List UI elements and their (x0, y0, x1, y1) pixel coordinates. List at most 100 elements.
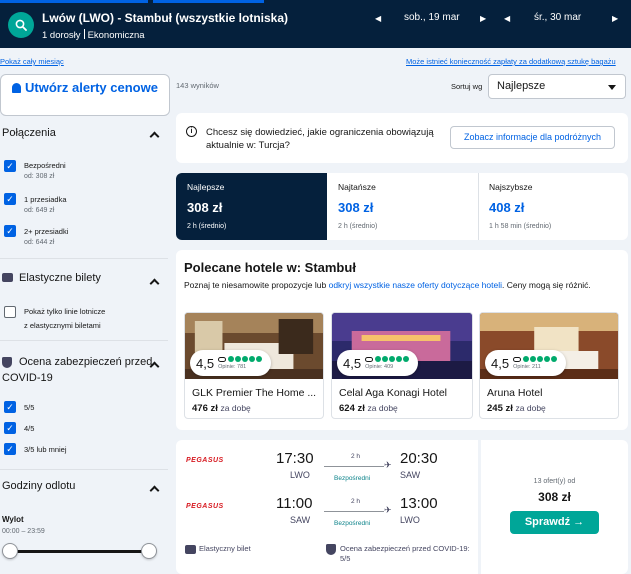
rating-badge: 4,5 Opinie: 409 (337, 350, 419, 376)
hotel-name: Aruna Hotel (487, 387, 543, 399)
hotel-name: Celal Aga Konagi Hotel (339, 387, 447, 399)
flexible-ticket-feature: Elastyczny bilet (199, 544, 251, 553)
chevron-up-icon[interactable] (149, 361, 160, 372)
travel-info-text: Chcesz się dowiedzieć, jakie ograniczeni… (206, 127, 434, 151)
depart-date[interactable]: sob., 19 mar (404, 12, 460, 23)
tab-fastest[interactable]: Najszybsze 408 zł 1 h 58 min (średnio) (478, 173, 628, 240)
inbound-stops: Bezpośredni (334, 520, 371, 527)
hotel-card[interactable]: 4,5 Opinie: 781 GLK Premier The Home ...… (184, 312, 324, 419)
chevron-up-icon[interactable] (149, 278, 160, 289)
hotel-name: GLK Premier The Home ... (192, 387, 317, 399)
chevron-up-icon[interactable] (149, 131, 160, 142)
all-hotel-offers-link[interactable]: odkryj wszystkie nasze oferty dotyczące … (329, 280, 502, 290)
hotel-card[interactable]: 4,5 Opinie: 409 Celal Aga Konagi Hotel 6… (331, 312, 473, 419)
tripadvisor-rating-icon (218, 356, 263, 364)
hotels-description: Poznaj te niesamowite propozycje lub odk… (184, 280, 591, 290)
covid-safety-feature: Ocena zabezpieczeń przed COVID-19: 5/5 (340, 544, 470, 563)
travel-info-card: i Chcesz się dowiedzieć, jakie ogranicze… (176, 113, 628, 163)
outbound-departure-airport: LWO (290, 470, 310, 480)
outbound-arrival-time: 20:30 (400, 450, 438, 467)
results-count: 143 wyników (176, 81, 219, 90)
checkbox-label: 1 przesiadka (24, 195, 67, 204)
hotels-title: Polecane hotele w: Stambuł (184, 260, 356, 275)
search-summary[interactable]: 1 dorosły Ekonomiczna (42, 29, 145, 41)
checkbox-safety-4[interactable]: ✓ (4, 422, 16, 434)
prev-return-date-icon[interactable]: ◀ (504, 14, 510, 23)
sort-tabs: Najlepsze 308 zł 2 h (średnio) Najtańsze… (176, 173, 628, 240)
checkbox-label: Pokaż tylko linie lotnicze (24, 307, 106, 316)
cabin-class: Ekonomiczna (87, 30, 145, 41)
chevron-down-icon (608, 85, 616, 90)
checkbox-safety-5[interactable]: ✓ (4, 401, 16, 413)
checkbox-sub: od: 644 zł (24, 239, 55, 246)
checkbox-label: z elastycznymi biletami (24, 321, 101, 330)
flight-price: 308 zł (538, 490, 571, 504)
outbound-duration: 2 h (351, 453, 361, 460)
recommended-hotels-card: Polecane hotele w: Stambuł Poznaj te nie… (176, 250, 628, 430)
ticket-icon (185, 545, 196, 554)
flex-tickets-title: Elastyczne bilety (19, 272, 101, 284)
outbound-departure-time: 17:30 (276, 450, 314, 467)
departure-slider-max-handle[interactable] (141, 543, 157, 559)
search-icon[interactable] (8, 12, 34, 38)
plane-icon: ✈ (384, 505, 392, 515)
outbound-arrival-airport: SAW (400, 470, 421, 480)
next-return-date-icon[interactable]: ▶ (612, 14, 618, 23)
sort-label: Sortuj wg (451, 82, 483, 91)
outbound-stops: Bezpośredni (334, 475, 371, 482)
covid-safety-title: Ocena zabezpieczeń przed (19, 356, 153, 368)
checkbox-sub: od: 308 zł (24, 173, 55, 180)
select-flight-button[interactable]: Sprawdź → (510, 511, 599, 534)
rating-badge: 4,5 Opinie: 781 (190, 350, 272, 376)
top-bar: Lwów (LWO) - Stambuł (wszystkie lotniska… (0, 0, 631, 48)
divider (0, 258, 168, 259)
inbound-arrival-time: 13:00 (400, 495, 438, 512)
travel-info-button[interactable]: Zobacz informacje dla podróżnych (450, 126, 615, 149)
checkbox-direct[interactable]: ✓ (4, 160, 16, 172)
offers-count: 13 ofert(y) od (533, 478, 576, 485)
flight-result-card[interactable]: PEGASUS 17:30 LWO 2 h ✈ Bezpośredni 20:3… (176, 440, 478, 574)
covid-safety-title-2: COVID-19 (2, 372, 53, 384)
divider (0, 340, 168, 341)
ticket-icon (2, 273, 13, 282)
route-title[interactable]: Lwów (LWO) - Stambuł (wszystkie lotniska… (42, 11, 288, 25)
departure-label: Wylot (2, 515, 24, 524)
checkbox-label: Bezpośredni (24, 161, 66, 170)
checkbox-label: 5/5 (24, 403, 35, 412)
tripadvisor-rating-icon (513, 356, 558, 364)
departure-range: 00:00 – 23:59 (2, 528, 45, 535)
inbound-departure-airport: SAW (290, 515, 311, 525)
chevron-up-icon[interactable] (149, 485, 160, 496)
checkbox-2-stops[interactable]: ✓ (4, 225, 16, 237)
next-depart-date-icon[interactable]: ▶ (480, 14, 486, 23)
create-price-alert-button[interactable]: Utwórz alerty cenowe (0, 74, 170, 116)
departure-slider-track[interactable] (10, 550, 152, 553)
return-date[interactable]: śr., 30 mar (534, 12, 581, 23)
checkbox-flex-only[interactable] (4, 306, 16, 318)
route-line (324, 466, 384, 467)
checkbox-label: 2+ przesiadki (24, 227, 69, 236)
whole-month-link[interactable]: Pokaż cały miesiąc (0, 57, 64, 66)
hotel-price: 624 zł za dobę (339, 403, 398, 414)
prev-depart-date-icon[interactable]: ◀ (375, 14, 381, 23)
loading-progress (0, 0, 631, 3)
shield-icon (2, 357, 12, 368)
checkbox-safety-3-less[interactable]: ✓ (4, 443, 16, 455)
tab-best[interactable]: Najlepsze 308 zł 2 h (średnio) (176, 173, 327, 240)
departure-slider-min-handle[interactable] (2, 543, 18, 559)
checkbox-label: 3/5 lub mniej (24, 445, 67, 454)
shield-icon (326, 544, 336, 555)
inbound-duration: 2 h (351, 498, 361, 505)
hotel-price: 245 zł za dobę (487, 403, 546, 414)
tab-cheapest[interactable]: Najtańsze 308 zł 2 h (średnio) (327, 173, 478, 240)
sort-select[interactable]: Najlepsze (488, 74, 626, 99)
airline-logo: PEGASUS (186, 457, 224, 464)
divider (0, 469, 168, 470)
flight-price-card[interactable]: 13 ofert(y) od 308 zł Sprawdź → (481, 440, 628, 574)
departure-times-title: Godziny odlotu (2, 480, 76, 492)
bell-icon (12, 83, 22, 93)
baggage-notice-link[interactable]: Może istnieć konieczność zapłaty za doda… (406, 57, 616, 66)
checkbox-label: 4/5 (24, 424, 35, 433)
hotel-card[interactable]: 4,5 Opinie: 211 Aruna Hotel 245 zł za do… (479, 312, 619, 419)
checkbox-1-stop[interactable]: ✓ (4, 193, 16, 205)
